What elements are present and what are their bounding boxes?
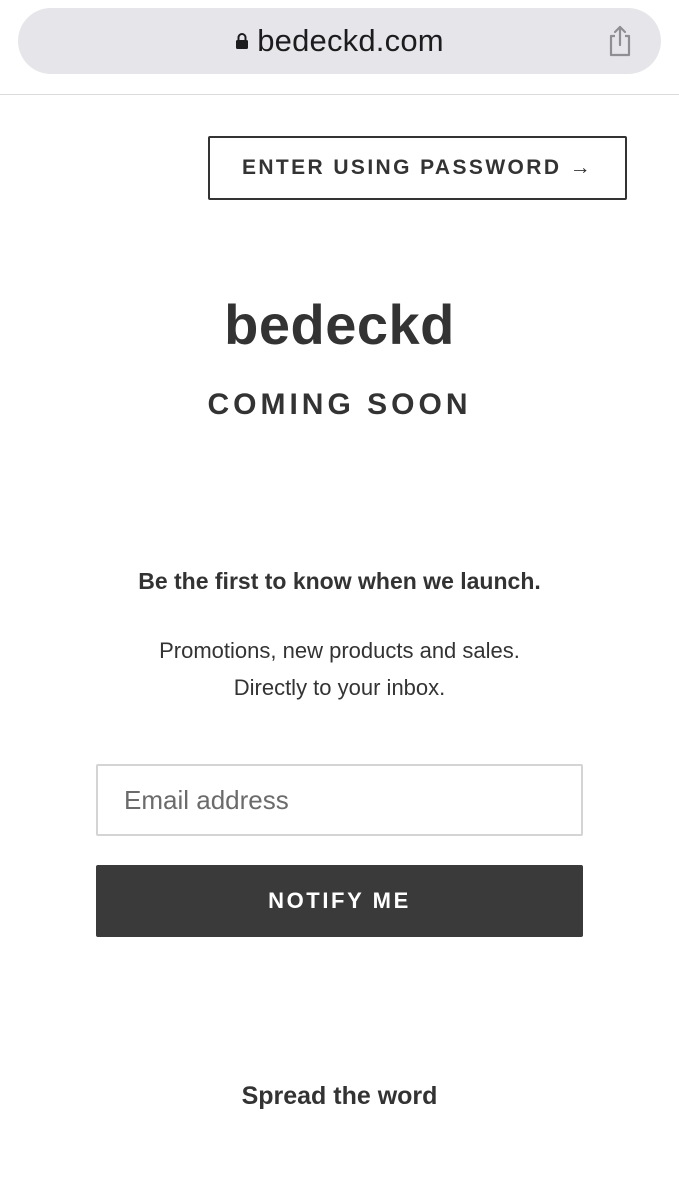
- email-field[interactable]: [96, 764, 583, 836]
- coming-soon-tagline: COMING SOON: [207, 388, 472, 421]
- signup-text-line-1: Promotions, new products and sales.: [159, 638, 520, 663]
- signup-text-line-2: Directly to your inbox.: [233, 675, 446, 700]
- signup-heading: Be the first to know when we launch.: [138, 568, 541, 594]
- store-title: bedeckd: [224, 293, 455, 356]
- enter-password-button[interactable]: ENTER USING PASSWORD →: [208, 136, 627, 200]
- notify-me-button[interactable]: NOTIFY ME: [96, 865, 583, 937]
- url-display[interactable]: bedeckd.com: [18, 8, 661, 74]
- address-bar-divider: [0, 94, 679, 95]
- url-text: bedeckd.com: [257, 23, 444, 58]
- lock-icon: [235, 32, 249, 50]
- signup-description: Promotions, new products and sales. Dire…: [0, 632, 679, 706]
- browser-address-bar[interactable]: bedeckd.com: [18, 8, 661, 74]
- share-icon[interactable]: [605, 24, 635, 58]
- spread-the-word-heading: Spread the word: [241, 1082, 438, 1110]
